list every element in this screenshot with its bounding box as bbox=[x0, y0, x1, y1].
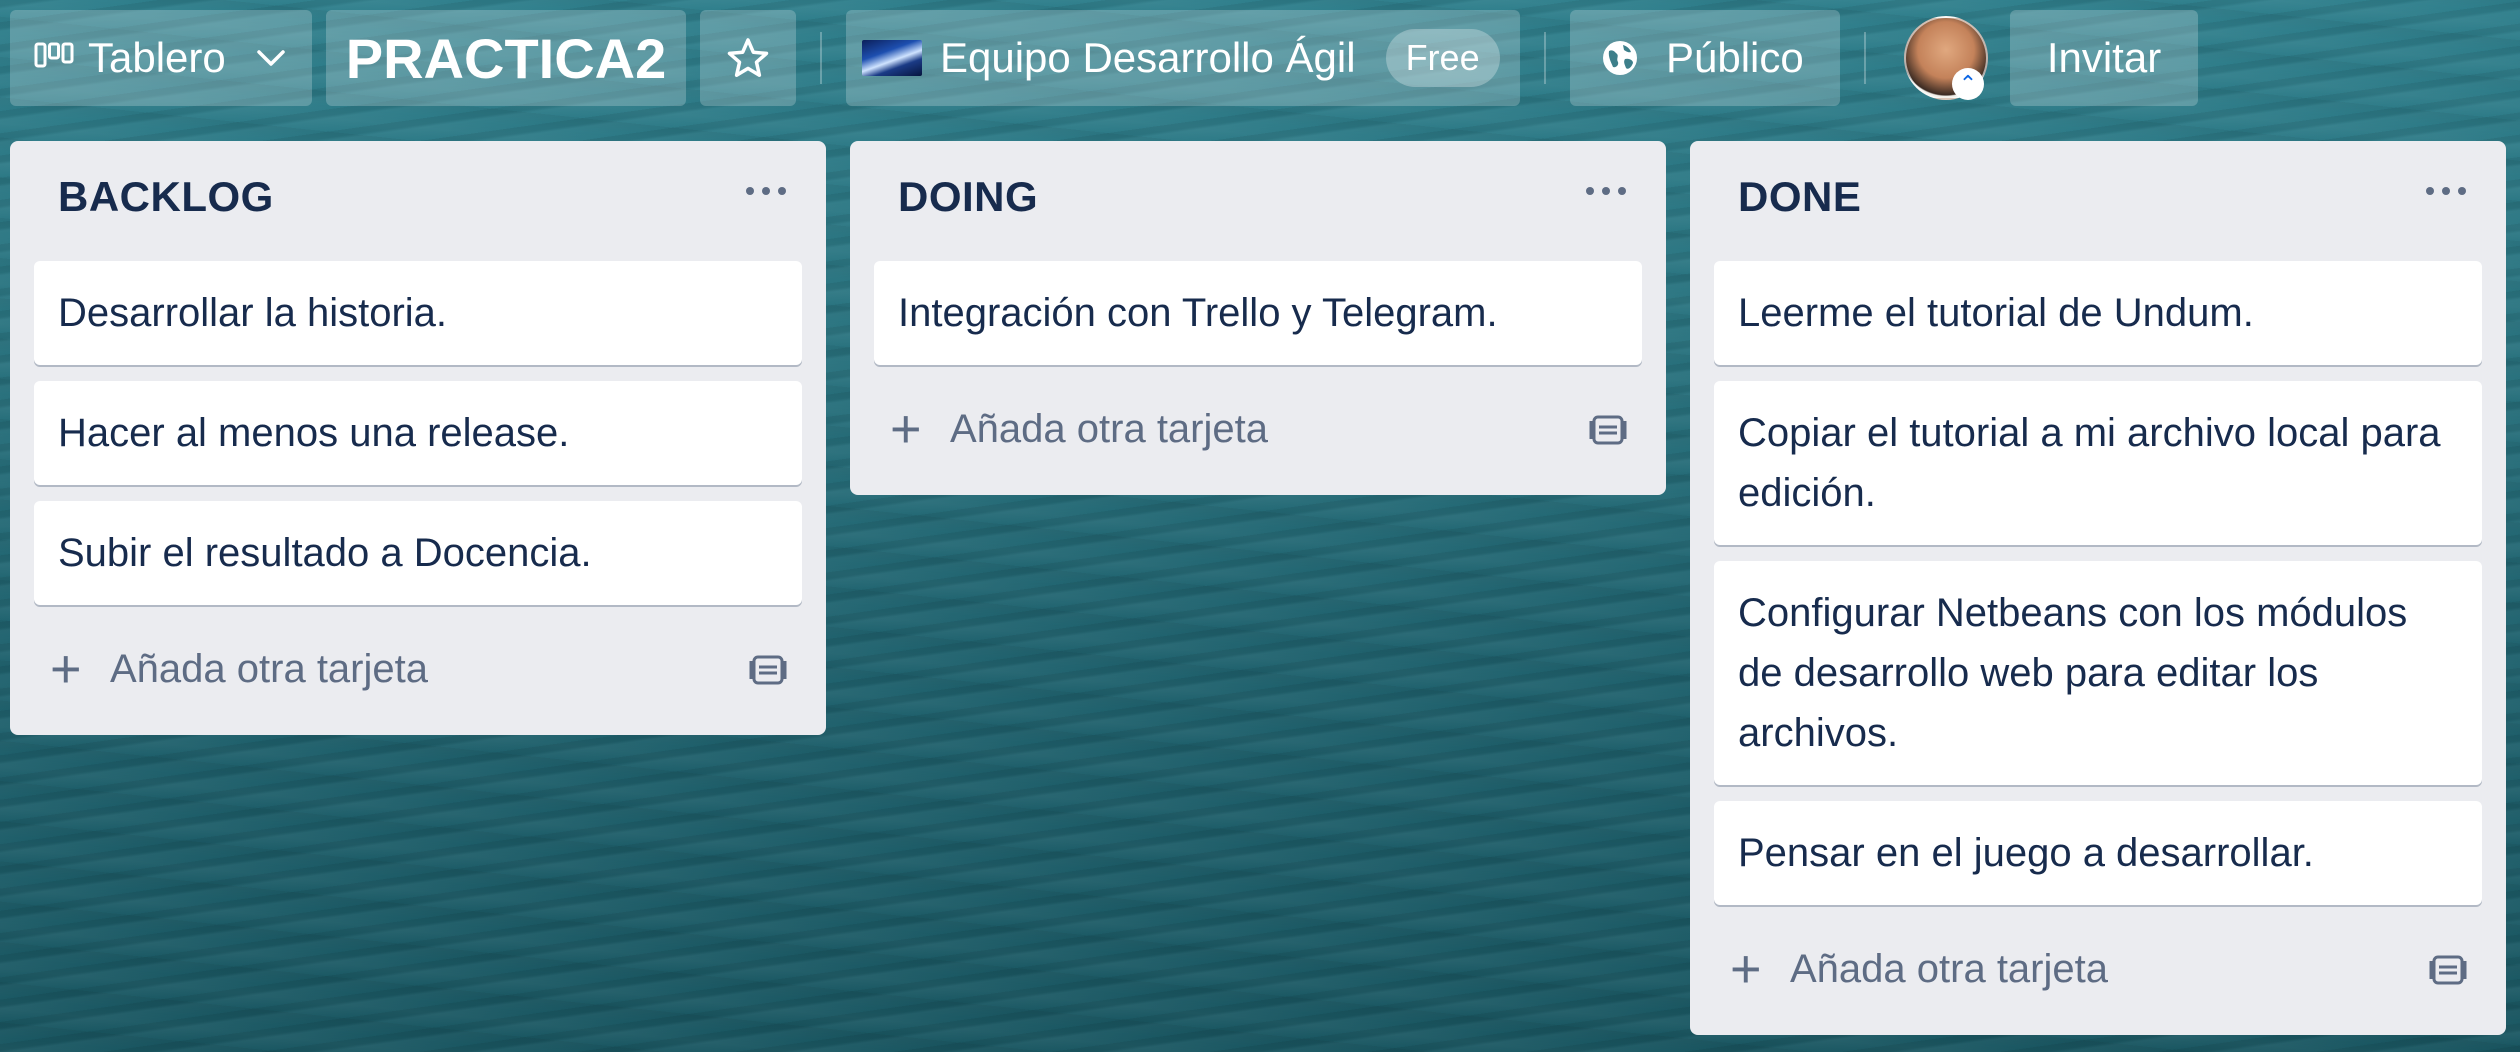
board-header: Tablero PRACTICA2 Equipo Desarrollo Ágil… bbox=[0, 0, 2520, 118]
add-card-label: Añada otra tarjeta bbox=[950, 406, 1268, 451]
add-card-button[interactable]: + Añada otra tarjeta bbox=[874, 387, 1642, 471]
board-columns-icon bbox=[34, 42, 74, 68]
plus-icon: + bbox=[50, 639, 82, 699]
more-horizontal-icon[interactable] bbox=[1586, 175, 1630, 207]
card[interactable]: Configurar Netbeans con los módulos de d… bbox=[1714, 561, 2482, 785]
board-title[interactable]: PRACTICA2 bbox=[326, 10, 686, 106]
add-card-button[interactable]: + Añada otra tarjeta bbox=[34, 627, 802, 711]
card[interactable]: Leerme el tutorial de Undum. bbox=[1714, 261, 2482, 365]
list-title[interactable]: BACKLOG bbox=[58, 173, 274, 221]
star-board-button[interactable] bbox=[700, 10, 796, 106]
card-template-icon[interactable] bbox=[748, 649, 788, 689]
team-name: Equipo Desarrollo Ágil bbox=[940, 34, 1356, 81]
more-horizontal-icon[interactable] bbox=[746, 175, 790, 207]
list-header: DOING bbox=[850, 141, 1666, 261]
plus-icon: + bbox=[1730, 939, 1762, 999]
list-doing: DOING Integración con Trello y Telegram.… bbox=[850, 141, 1666, 495]
list-backlog: BACKLOG Desarrollar la historia. Hacer a… bbox=[10, 141, 826, 735]
header-divider bbox=[1864, 32, 1866, 84]
visibility-button[interactable]: Público bbox=[1570, 10, 1840, 106]
header-divider bbox=[820, 32, 822, 84]
card-template-icon[interactable] bbox=[2428, 949, 2468, 989]
card[interactable]: Pensar en el juego a desarrollar. bbox=[1714, 801, 2482, 905]
card[interactable]: Copiar el tutorial a mi archivo local pa… bbox=[1714, 381, 2482, 545]
team-logo bbox=[862, 40, 922, 76]
globe-icon bbox=[1603, 41, 1637, 75]
list-title[interactable]: DONE bbox=[1738, 173, 1861, 221]
invite-button[interactable]: Invitar bbox=[2010, 10, 2198, 106]
team-button[interactable]: Equipo Desarrollo Ágil Free bbox=[846, 10, 1520, 106]
add-card-label: Añada otra tarjeta bbox=[1790, 946, 2108, 991]
list-title[interactable]: DOING bbox=[898, 173, 1038, 221]
board-view-label: Tablero bbox=[88, 34, 226, 81]
card[interactable]: Integración con Trello y Telegram. bbox=[874, 261, 1642, 365]
card[interactable]: Subir el resultado a Docencia. bbox=[34, 501, 802, 605]
plus-icon: + bbox=[890, 399, 922, 459]
chevron-down-icon bbox=[257, 50, 285, 66]
card[interactable]: Hacer al menos una release. bbox=[34, 381, 802, 485]
board-view-switcher[interactable]: Tablero bbox=[10, 10, 312, 106]
list-header: BACKLOG bbox=[10, 141, 826, 261]
star-icon bbox=[727, 38, 769, 77]
card[interactable]: Desarrollar la historia. bbox=[34, 261, 802, 365]
card-template-icon[interactable] bbox=[1588, 409, 1628, 449]
header-divider bbox=[1544, 32, 1546, 84]
list-header: DONE bbox=[1690, 141, 2506, 261]
more-horizontal-icon[interactable] bbox=[2426, 175, 2470, 207]
add-card-label: Añada otra tarjeta bbox=[110, 646, 428, 691]
plan-badge: Free bbox=[1385, 29, 1500, 87]
visibility-label: Público bbox=[1666, 34, 1804, 81]
list-done: DONE Leerme el tutorial de Undum. Copiar… bbox=[1690, 141, 2506, 1035]
admin-badge-icon: ⌃ bbox=[1952, 68, 1984, 100]
add-card-button[interactable]: + Añada otra tarjeta bbox=[1714, 927, 2482, 1011]
